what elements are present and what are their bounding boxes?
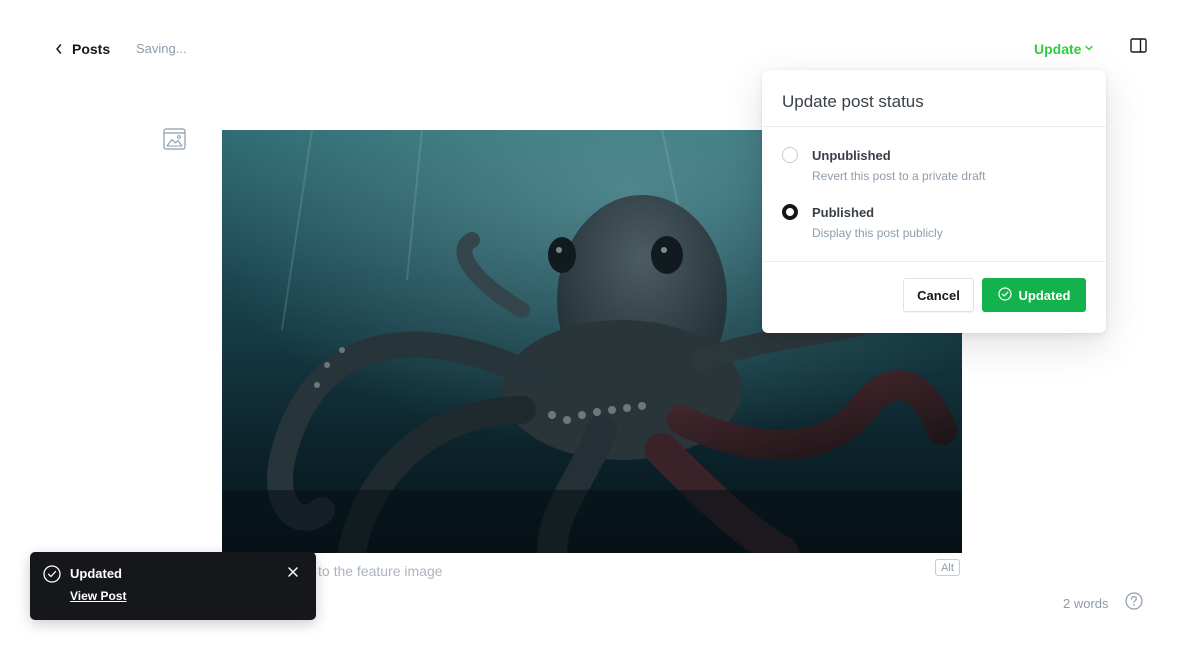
option-label: Published xyxy=(812,205,875,220)
sidebar-toggle-button[interactable] xyxy=(1128,38,1148,58)
toast-notification: Updated View Post xyxy=(30,552,316,620)
updated-button[interactable]: Updated xyxy=(982,278,1086,312)
question-icon xyxy=(1125,591,1143,615)
radio-unpublished[interactable] xyxy=(782,147,798,163)
updated-button-label: Updated xyxy=(1018,287,1071,303)
saving-status: Saving... xyxy=(136,41,187,56)
option-label: Unpublished xyxy=(812,148,891,163)
toast-title: Updated xyxy=(70,566,122,581)
sidebar-toggle-icon xyxy=(1129,38,1147,58)
word-count: 2 words xyxy=(1063,596,1109,611)
back-to-posts-link[interactable]: Posts xyxy=(54,39,110,59)
option-published[interactable]: Published Display this post publicly xyxy=(782,198,1082,242)
check-circle-icon xyxy=(997,286,1012,304)
update-label: Update xyxy=(1034,41,1082,57)
popover-divider xyxy=(762,261,1106,262)
back-label: Posts xyxy=(72,41,111,57)
image-icon xyxy=(162,127,186,155)
toast-close-button[interactable] xyxy=(286,566,300,580)
update-dropdown-button[interactable]: Update xyxy=(1034,39,1094,59)
radio-published[interactable] xyxy=(782,204,798,220)
close-icon xyxy=(288,564,298,582)
option-unpublished[interactable]: Unpublished Revert this post to a privat… xyxy=(782,141,1082,185)
feature-image-button[interactable] xyxy=(162,127,186,155)
option-description: Revert this post to a private draft xyxy=(812,169,986,183)
chevron-down-icon xyxy=(1084,40,1094,58)
update-status-popover: Update post status Unpublished Revert th… xyxy=(762,70,1106,333)
image-caption-input[interactable]: to the feature image xyxy=(318,563,443,579)
popover-divider xyxy=(762,126,1106,127)
help-button[interactable] xyxy=(1125,591,1143,615)
alt-text-button[interactable]: Alt xyxy=(935,559,960,576)
check-circle-icon xyxy=(43,565,61,583)
cancel-button[interactable]: Cancel xyxy=(903,278,974,312)
view-post-link[interactable]: View Post xyxy=(70,589,126,603)
option-description: Display this post publicly xyxy=(812,226,943,240)
chevron-left-icon xyxy=(54,43,64,55)
popover-title: Update post status xyxy=(782,92,924,111)
